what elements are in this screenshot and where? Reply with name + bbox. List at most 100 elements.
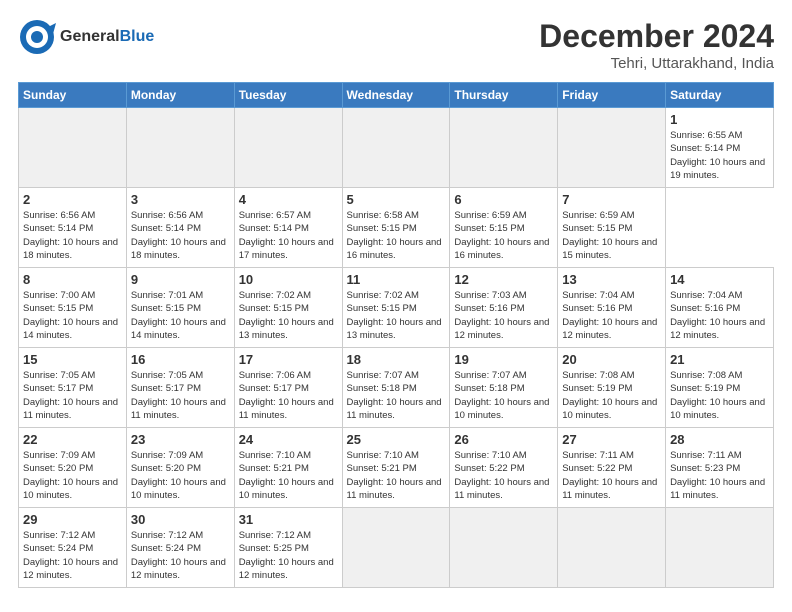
calendar-cell-empty (558, 108, 666, 188)
day-info: Sunrise: 7:07 AMSunset: 5:18 PMDaylight:… (454, 369, 553, 422)
calendar-row: 2 Sunrise: 6:56 AMSunset: 5:14 PMDaylight… (19, 188, 774, 268)
calendar-row: 22Sunrise: 7:09 AMSunset: 5:20 PMDayligh… (19, 428, 774, 508)
day-info: Sunrise: 7:02 AMSunset: 5:15 PMDaylight:… (239, 289, 338, 342)
day-info: Sunrise: 7:11 AMSunset: 5:23 PMDaylight:… (670, 449, 769, 502)
day-number: 28 (670, 432, 769, 447)
calendar-cell: 7 Sunrise: 6:59 AMSunset: 5:15 PMDaylight… (558, 188, 666, 268)
calendar-cell: 15Sunrise: 7:05 AMSunset: 5:17 PMDayligh… (19, 348, 127, 428)
calendar-row: 15 Sunrise: 7:05 AMSunset: 5:17 PMDayligh… (19, 348, 774, 428)
col-friday: Friday (558, 83, 666, 108)
day-number: 6 (454, 192, 553, 207)
calendar-cell: 14Sunrise: 7:04 AMSunset: 5:16 PMDayligh… (666, 268, 774, 348)
day-info: Sunrise: 7:10 AMSunset: 5:21 PMDaylight:… (239, 449, 338, 502)
day-number: 25 (347, 432, 446, 447)
calendar-cell: 13 Sunrise: 7:04 AMSunset: 5:16 PMDayligh… (558, 268, 666, 348)
day-info: Sunrise: 6:56 AMSunset: 5:14 PMDaylight:… (23, 209, 122, 262)
day-info: Sunrise: 7:09 AMSunset: 5:20 PMDaylight:… (131, 449, 230, 502)
calendar-cell-empty (450, 108, 558, 188)
day-number: 13 (562, 272, 661, 287)
day-number: 29 (23, 512, 122, 527)
calendar-cell (666, 508, 774, 588)
calendar-cell: 31 Sunrise: 7:12 AMSunset: 5:25 PMDayligh… (234, 508, 342, 588)
calendar-cell: 6Sunrise: 6:59 AMSunset: 5:15 PMDaylight… (450, 188, 558, 268)
day-number: 8 (23, 272, 122, 287)
day-number: 23 (131, 432, 230, 447)
calendar-row: 29 Sunrise: 7:12 AMSunset: 5:24 PMDayligh… (19, 508, 774, 588)
calendar-cell: 25 Sunrise: 7:10 AMSunset: 5:21 PMDayligh… (342, 428, 450, 508)
calendar-cell: 22Sunrise: 7:09 AMSunset: 5:20 PMDayligh… (19, 428, 127, 508)
calendar-cell: 26Sunrise: 7:10 AMSunset: 5:22 PMDayligh… (450, 428, 558, 508)
day-number: 4 (239, 192, 338, 207)
logo-icon (18, 18, 56, 56)
calendar-cell: 23 Sunrise: 7:09 AMSunset: 5:20 PMDayligh… (126, 428, 234, 508)
day-info: Sunrise: 7:02 AMSunset: 5:15 PMDaylight:… (347, 289, 446, 342)
calendar-cell: 20 Sunrise: 7:08 AMSunset: 5:19 PMDayligh… (558, 348, 666, 428)
calendar-header-row: Sunday Monday Tuesday Wednesday Thursday… (19, 83, 774, 108)
calendar-row: 8 Sunrise: 7:00 AMSunset: 5:15 PMDaylight… (19, 268, 774, 348)
day-info: Sunrise: 7:11 AMSunset: 5:22 PMDaylight:… (562, 449, 661, 502)
calendar-cell-empty (234, 108, 342, 188)
calendar-cell: 27 Sunrise: 7:11 AMSunset: 5:22 PMDayligh… (558, 428, 666, 508)
calendar-cell: 28 Sunrise: 7:11 AMSunset: 5:23 PMDayligh… (666, 428, 774, 508)
calendar-container: GeneralBlue December 2024 Tehri, Uttarak… (0, 0, 792, 598)
day-info: Sunrise: 6:55 AMSunset: 5:14 PMDaylight:… (670, 129, 769, 182)
col-tuesday: Tuesday (234, 83, 342, 108)
day-number: 30 (131, 512, 230, 527)
calendar-cell (558, 508, 666, 588)
calendar-cell: 9Sunrise: 7:01 AMSunset: 5:15 PMDaylight… (126, 268, 234, 348)
calendar-cell: 5Sunrise: 6:58 AMSunset: 5:15 PMDaylight… (342, 188, 450, 268)
calendar-cell: 19Sunrise: 7:07 AMSunset: 5:18 PMDayligh… (450, 348, 558, 428)
day-info: Sunrise: 7:08 AMSunset: 5:19 PMDaylight:… (670, 369, 769, 422)
calendar-cell: 11 Sunrise: 7:02 AMSunset: 5:15 PMDayligh… (342, 268, 450, 348)
month-title: December 2024 (539, 18, 774, 55)
calendar-cell: 30Sunrise: 7:12 AMSunset: 5:24 PMDayligh… (126, 508, 234, 588)
day-number: 3 (131, 192, 230, 207)
day-number: 24 (239, 432, 338, 447)
day-info: Sunrise: 6:59 AMSunset: 5:15 PMDaylight:… (562, 209, 661, 262)
day-number: 5 (347, 192, 446, 207)
day-info: Sunrise: 7:00 AMSunset: 5:15 PMDaylight:… (23, 289, 122, 342)
calendar-cell: 12Sunrise: 7:03 AMSunset: 5:16 PMDayligh… (450, 268, 558, 348)
day-info: Sunrise: 6:57 AMSunset: 5:14 PMDaylight:… (239, 209, 338, 262)
day-number: 11 (347, 272, 446, 287)
calendar-cell: 4 Sunrise: 6:57 AMSunset: 5:14 PMDaylight… (234, 188, 342, 268)
day-info: Sunrise: 7:03 AMSunset: 5:16 PMDaylight:… (454, 289, 553, 342)
day-number: 31 (239, 512, 338, 527)
location-title: Tehri, Uttarakhand, India (539, 55, 774, 72)
calendar-cell: 17Sunrise: 7:06 AMSunset: 5:17 PMDayligh… (234, 348, 342, 428)
calendar-cell: 10 Sunrise: 7:02 AMSunset: 5:15 PMDayligh… (234, 268, 342, 348)
day-number: 9 (131, 272, 230, 287)
day-number: 16 (131, 352, 230, 367)
day-number: 2 (23, 192, 122, 207)
col-monday: Monday (126, 83, 234, 108)
day-number: 27 (562, 432, 661, 447)
day-number: 1 (670, 112, 769, 127)
col-sunday: Sunday (19, 83, 127, 108)
day-number: 26 (454, 432, 553, 447)
col-thursday: Thursday (450, 83, 558, 108)
day-info: Sunrise: 7:08 AMSunset: 5:19 PMDaylight:… (562, 369, 661, 422)
day-number: 15 (23, 352, 122, 367)
calendar-cell: 2 Sunrise: 6:56 AMSunset: 5:14 PMDaylight… (19, 188, 127, 268)
day-info: Sunrise: 7:05 AMSunset: 5:17 PMDaylight:… (131, 369, 230, 422)
calendar-cell: 3 Sunrise: 6:56 AMSunset: 5:14 PMDaylight… (126, 188, 234, 268)
day-number: 20 (562, 352, 661, 367)
calendar-cell (342, 508, 450, 588)
day-number: 18 (347, 352, 446, 367)
day-number: 17 (239, 352, 338, 367)
calendar-cell: 29 Sunrise: 7:12 AMSunset: 5:24 PMDayligh… (19, 508, 127, 588)
calendar-cell: 24 Sunrise: 7:10 AMSunset: 5:21 PMDayligh… (234, 428, 342, 508)
day-info: Sunrise: 7:10 AMSunset: 5:21 PMDaylight:… (347, 449, 446, 502)
col-saturday: Saturday (666, 83, 774, 108)
calendar-cell-empty (342, 108, 450, 188)
logo: GeneralBlue (18, 18, 154, 56)
day-info: Sunrise: 6:56 AMSunset: 5:14 PMDaylight:… (131, 209, 230, 262)
day-info: Sunrise: 7:12 AMSunset: 5:24 PMDaylight:… (23, 529, 122, 582)
day-info: Sunrise: 7:12 AMSunset: 5:25 PMDaylight:… (239, 529, 338, 582)
day-number: 10 (239, 272, 338, 287)
calendar-cell-empty (126, 108, 234, 188)
day-info: Sunrise: 7:04 AMSunset: 5:16 PMDaylight:… (670, 289, 769, 342)
day-info: Sunrise: 7:04 AMSunset: 5:16 PMDaylight:… (562, 289, 661, 342)
day-number: 7 (562, 192, 661, 207)
calendar-cell: 16 Sunrise: 7:05 AMSunset: 5:17 PMDayligh… (126, 348, 234, 428)
